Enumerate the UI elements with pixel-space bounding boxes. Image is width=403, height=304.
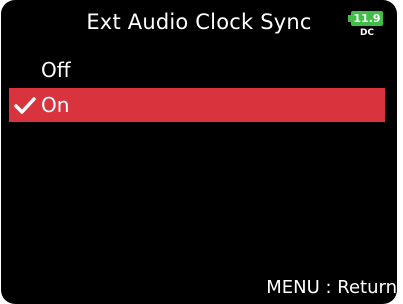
battery-level: 11.9 [351,11,383,26]
device-screen: Ext Audio Clock Sync 11.9 DC Off On MENU… [1,0,397,304]
power-source-label: DC [359,28,375,38]
checkmark-icon [14,97,36,114]
option-on-label: On [41,93,70,117]
battery-indicator: 11.9 DC [348,8,385,42]
screen-title: Ext Audio Clock Sync [86,10,312,34]
option-off[interactable]: Off [41,58,71,82]
menu-return-hint: MENU : Return [266,277,397,298]
option-on[interactable]: On [9,88,385,122]
